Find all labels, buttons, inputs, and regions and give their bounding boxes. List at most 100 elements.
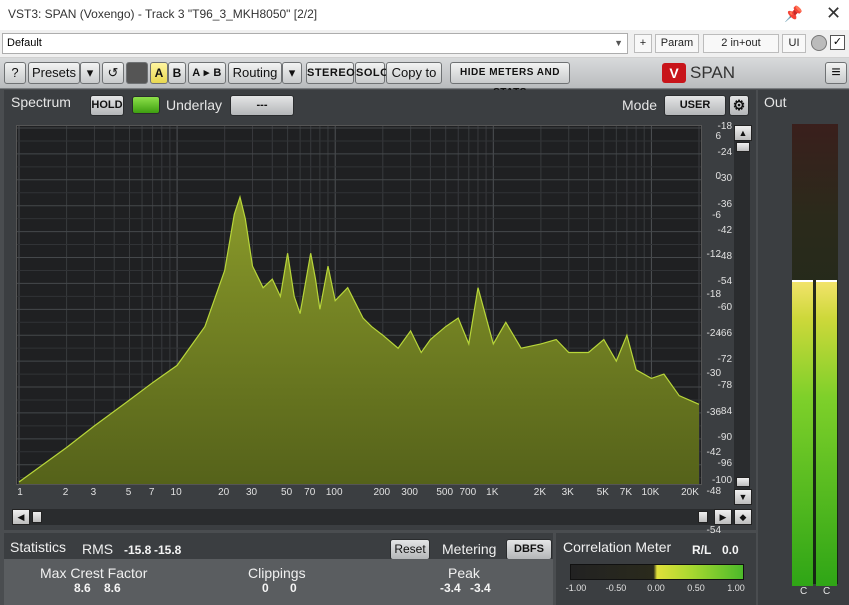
hide-meters-button[interactable]: HIDE METERS AND STATS (450, 62, 570, 98)
db-tick-label: -42 (717, 224, 732, 236)
hold-button[interactable]: HOLD (90, 95, 124, 116)
scroll-up-icon[interactable]: ▲ (734, 125, 752, 141)
host-ui-button[interactable]: UI (782, 34, 806, 53)
scroll-left-icon[interactable]: ◀ (12, 509, 30, 525)
menu-icon[interactable]: ≡ (825, 62, 847, 84)
frequency-tick-label: 1 (17, 487, 23, 498)
db-tick-label: -90 (717, 431, 732, 443)
out-channel-right-label: C (823, 586, 831, 597)
frequency-tick-label: 2K (533, 487, 547, 498)
solo-button[interactable]: SOLO (355, 62, 389, 84)
copy-to-button[interactable]: Copy to (386, 62, 442, 84)
reset-button[interactable]: Reset (390, 539, 430, 560)
frequency-axis: 1 2 3 5 7 10 20 30 50 70 100 200 300 500 700 1K 2K 3K 5K 7K… (16, 487, 700, 501)
b-button[interactable]: B (168, 62, 186, 84)
stereo-button[interactable]: STEREO (306, 62, 355, 84)
frequency-tick-label: 2 (62, 487, 69, 498)
undo-button[interactable]: ↺ (102, 62, 124, 84)
db-tick-label: -54 (717, 276, 732, 288)
correlation-tick-label: 1.00 (727, 583, 745, 593)
spectrum-plot[interactable] (16, 125, 702, 485)
frequency-tick-label: 500 (436, 487, 454, 498)
clippings-label: Clippings (248, 565, 306, 581)
voxengo-logo: V (662, 63, 686, 83)
frequency-tick-label: 7 (148, 487, 155, 498)
scroll-right-icon[interactable]: ▶ (714, 509, 732, 525)
help-button[interactable]: ? (4, 62, 26, 84)
frequency-tick-label: 200 (373, 487, 391, 498)
host-toolbar: Default ▼ + Param 2 in+out UI ✓ (0, 30, 849, 58)
routing-button[interactable]: Routing (228, 62, 282, 84)
vertical-scroll-thumb-end[interactable] (736, 477, 750, 487)
host-param-button[interactable]: Param (655, 34, 699, 53)
rms-value-left: -15.8 (124, 543, 152, 557)
db-tick-label: -60 (717, 302, 732, 314)
presets-dropdown-button[interactable]: ▾ (80, 62, 100, 84)
out-meter-tick-label: -12 (706, 249, 721, 261)
db-tick-label: -72 (717, 354, 732, 366)
rms-value-right: -15.8 (154, 543, 182, 557)
frequency-tick-label: 1K (486, 487, 499, 498)
host-add-button[interactable]: + (634, 34, 652, 53)
vertical-scroll-thumb[interactable] (736, 142, 750, 152)
underlay-select[interactable]: --- (230, 95, 294, 116)
out-meter-tick-label: -36 (706, 407, 721, 419)
metering-select[interactable]: DBFS (506, 539, 552, 560)
window-title-bar: VST3: SPAN (Voxengo) - Track 3 "T96_3_MK… (0, 0, 849, 30)
out-meter-tick-label: -42 (706, 446, 721, 458)
host-enable-checkbox[interactable]: ✓ (830, 35, 845, 50)
frequency-tick-label: 30 (245, 487, 258, 498)
host-preset-select[interactable]: Default ▼ (2, 33, 628, 54)
frequency-tick-label: 50 (281, 487, 293, 498)
host-io-button[interactable]: 2 in+out (703, 34, 779, 53)
horizontal-scroll-thumb-end[interactable] (698, 511, 708, 523)
spectrum-panel: Spectrum HOLD Underlay --- Mode USER ⚙ -… (4, 90, 756, 530)
frequency-tick-label: 7K (619, 487, 633, 498)
frequency-tick-label: 5 (125, 487, 132, 498)
plugin-toolbar: ? Presets ▾ ↺ A B A ▸ B Routing ▾ STEREO… (0, 58, 849, 98)
out-meter-scale: 6 0 -6 -12 -18 -24 -30 -36 -42 -48 -54 -60 (707, 90, 790, 605)
frequency-tick-label: 300 (401, 487, 418, 498)
horizontal-scrollbar[interactable]: ◀ ▶ (12, 509, 734, 525)
statistics-panel: Statistics RMS -15.8 -15.8 Reset Meterin… (4, 533, 553, 605)
out-meter-tick-label: -18 (706, 288, 721, 300)
presets-button[interactable]: Presets (28, 62, 80, 84)
a-button[interactable]: A (150, 62, 168, 84)
metering-label: Metering (442, 541, 497, 557)
db-tick-label: -100 (711, 475, 732, 486)
spectrum-svg (17, 126, 701, 484)
db-tick-label: -24 (717, 146, 732, 158)
statistics-values-area: Max Crest Factor 8.6 8.6 Clippings 0 0 P… (4, 559, 553, 605)
out-meter-tick-label: -30 (706, 367, 721, 379)
statistics-title: Statistics (10, 539, 67, 555)
correlation-tick-label: -0.50 (605, 583, 627, 593)
correlation-tick-label: -1.00 (565, 583, 587, 593)
brand-name: SPAN (690, 63, 736, 82)
close-icon[interactable]: ✕ (826, 3, 841, 24)
routing-dropdown-button[interactable]: ▾ (282, 62, 302, 84)
max-crest-left: 8.6 (74, 581, 91, 595)
clippings-left: 0 (262, 581, 269, 595)
underlay-label: Underlay (166, 97, 223, 113)
zoom-fit-icon[interactable]: ◆ (734, 509, 752, 525)
mode-select[interactable]: USER (664, 95, 726, 116)
hold-toggle-led[interactable] (132, 96, 160, 114)
out-meter-left-bar (792, 280, 813, 586)
db-tick-label: -36 (717, 198, 732, 210)
out-channel-left-label: C (800, 586, 808, 597)
redo-icon[interactable] (126, 62, 148, 84)
db-tick-label: -96 (717, 457, 732, 469)
frequency-tick-label: 100 (325, 487, 343, 498)
settings-gear-icon[interactable]: ⚙ (729, 95, 749, 116)
output-meter-panel: Out 60-6-12-18-24-30-36-42-48-54-60 C C (707, 90, 849, 605)
spectrum-area (19, 197, 699, 484)
scroll-down-icon[interactable]: ▼ (734, 489, 752, 505)
host-knob-icon[interactable] (811, 35, 827, 51)
pin-icon[interactable]: 📌 (784, 5, 803, 23)
a-to-b-button[interactable]: A ▸ B (188, 62, 226, 84)
frequency-tick-label: 3K (561, 487, 574, 498)
horizontal-scroll-thumb[interactable] (32, 511, 42, 523)
vertical-scrollbar[interactable]: ▲ ▼ (734, 125, 752, 505)
correlation-scale: -1.00 -0.50 0.00 0.50 1.00 (556, 533, 756, 605)
peak-left: -3.4 (440, 581, 461, 595)
